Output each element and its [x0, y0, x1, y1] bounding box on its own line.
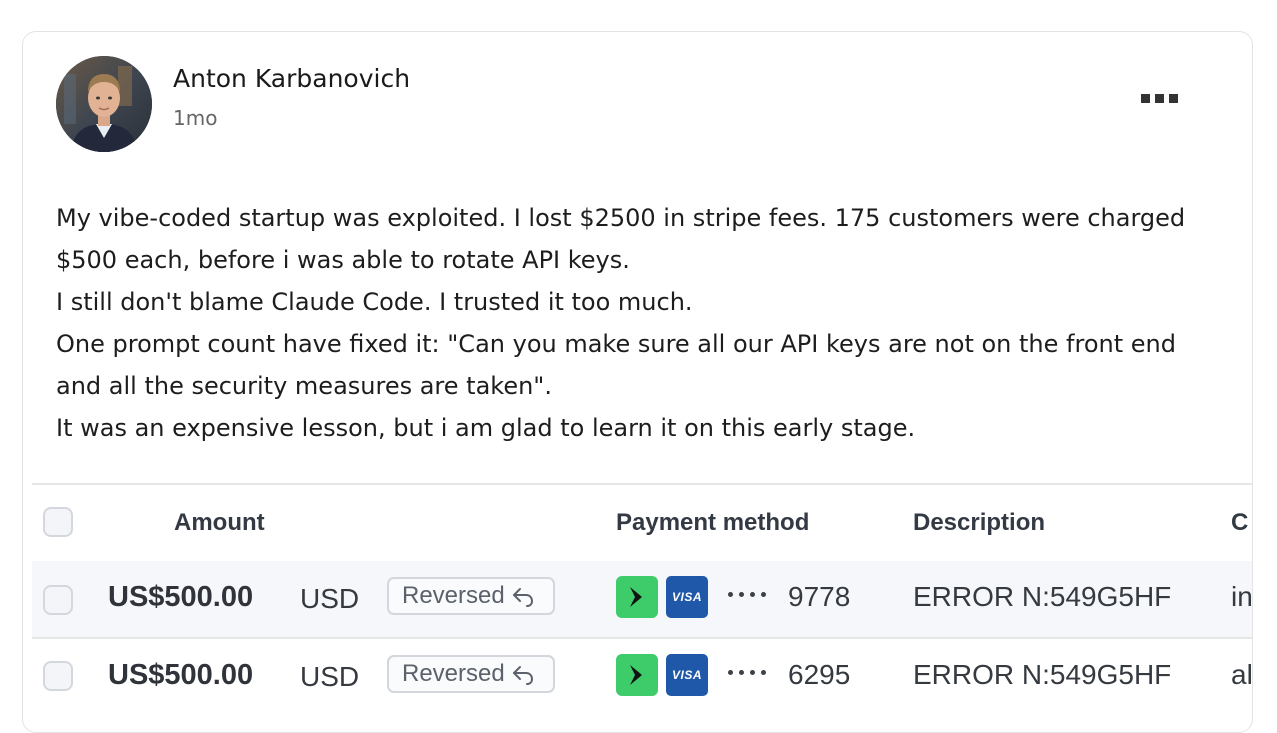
post-card: Anton Karbanovich 1mo My vibe-coded star…	[22, 31, 1253, 733]
masked-card-dots	[728, 670, 766, 675]
post-line: I still don't blame Claude Code. I trust…	[56, 288, 693, 316]
post-line: and all the security measures are taken"…	[56, 372, 552, 400]
row-description: ERROR N:549G5HF	[913, 581, 1172, 612]
avatar[interactable]	[56, 56, 152, 152]
status-badge: Reversed	[387, 577, 555, 615]
post-line: $500 each, before i was able to rotate A…	[56, 246, 630, 274]
row-currency: USD	[300, 583, 360, 614]
visa-card-icon: VISA	[666, 654, 708, 696]
avatar-photo	[56, 56, 152, 152]
row-currency: USD	[300, 661, 360, 692]
card-last4: 9778	[788, 581, 851, 612]
header-customer[interactable]: C	[1231, 509, 1248, 537]
payments-table-image: Amount Payment method Description C US$5…	[32, 483, 1252, 732]
table-header: Amount Payment method Description C	[32, 485, 1252, 561]
row-customer: al	[1231, 659, 1253, 690]
row-amount: US$500.00	[108, 659, 254, 691]
row-checkbox[interactable]	[43, 661, 73, 691]
status-badge: Reversed	[387, 655, 555, 693]
status-label: Reversed	[402, 582, 505, 609]
visa-card-icon: VISA	[666, 576, 708, 618]
more-dot	[1169, 94, 1178, 103]
header-amount[interactable]: Amount	[174, 509, 265, 537]
select-all-checkbox[interactable]	[43, 507, 73, 537]
row-customer: in	[1231, 581, 1253, 612]
table-row[interactable]: US$500.00 USD Reversed VISA 6295 ERROR N…	[32, 639, 1252, 715]
header-payment-method[interactable]: Payment method	[616, 509, 809, 537]
masked-card-dots	[728, 592, 766, 597]
post-line: One prompt count have fixed it: "Can you…	[56, 330, 1176, 358]
header-description[interactable]: Description	[913, 509, 1045, 537]
row-checkbox[interactable]	[43, 585, 73, 615]
row-amount: US$500.00	[108, 581, 254, 613]
link-pay-icon	[616, 576, 658, 618]
undo-arrow-icon	[512, 666, 533, 685]
more-dot	[1155, 94, 1164, 103]
table-row[interactable]: US$500.00 USD Reversed VISA 9778 ERROR N…	[32, 561, 1252, 637]
more-dot	[1141, 94, 1150, 103]
more-options-icon[interactable]	[1141, 94, 1178, 103]
card-last4: 6295	[788, 659, 851, 690]
post-line: It was an expensive lesson, but i am gla…	[56, 414, 916, 442]
post-line: My vibe-coded startup was exploited. I l…	[56, 204, 1186, 232]
author-name[interactable]: Anton Karbanovich	[173, 64, 410, 93]
row-description: ERROR N:549G5HF	[913, 659, 1172, 690]
post-time: 1mo	[173, 106, 218, 130]
undo-arrow-icon	[512, 588, 533, 607]
post-body: My vibe-coded startup was exploited. I l…	[56, 197, 1236, 449]
link-pay-icon	[616, 654, 658, 696]
status-label: Reversed	[402, 660, 505, 687]
